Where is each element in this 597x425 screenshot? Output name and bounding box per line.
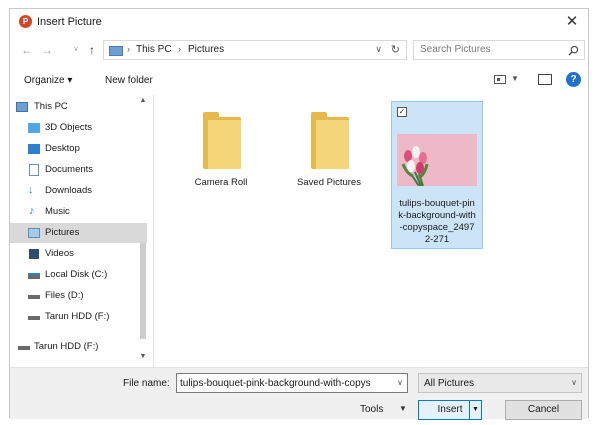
tools-button[interactable]: Tools	[360, 404, 383, 415]
forward-arrow-icon[interactable]: →	[40, 42, 54, 58]
file-name-label: File name:	[123, 378, 170, 389]
drive-icon	[28, 295, 40, 299]
chevron-down-icon: ∨	[571, 378, 577, 387]
tulips-thumbnail-image	[397, 134, 477, 186]
sidebar-item-label: 3D Objects	[45, 122, 92, 133]
sidebar-item-tarun-hdd-f-root[interactable]: Tarun HDD (F:)	[10, 337, 147, 357]
help-icon[interactable]: ?	[566, 72, 581, 87]
sidebar-item-this-pc[interactable]: This PC	[10, 97, 147, 117]
file-item-tulips-bouquet[interactable]: ✓ tulips-bouquet-pink-background-with-co…	[391, 101, 483, 249]
sidebar-item-label: Tarun HDD (F:)	[45, 311, 110, 322]
scrollbar-thumb[interactable]	[140, 243, 146, 339]
breadcrumb-separator: ›	[127, 44, 130, 54]
view-options-chevron-icon[interactable]: ▼	[511, 74, 519, 83]
new-folder-button[interactable]: New folder	[105, 75, 153, 86]
back-arrow-icon[interactable]: ←	[20, 42, 34, 58]
sidebar-item-pictures[interactable]: Pictures	[10, 223, 147, 243]
search-placeholder: Search Pictures	[420, 44, 491, 55]
close-icon[interactable]: ✕	[562, 12, 582, 32]
sidebar-item-label: Downloads	[45, 185, 92, 196]
file-name: Saved Pictures	[297, 177, 361, 188]
command-bar: Organize ▾ New folder ▼ ?	[10, 69, 588, 91]
address-bar[interactable]: › This PC › Pictures ∨ ↻	[103, 40, 407, 60]
desktop-icon	[28, 144, 40, 154]
this-pc-icon	[109, 46, 123, 56]
sidebar-item-label: Files (D:)	[45, 290, 84, 301]
sidebar-item-label: Local Disk (C:)	[45, 269, 108, 280]
file-type-filter[interactable]: All Pictures ∨	[418, 373, 582, 393]
cancel-button[interactable]: Cancel	[505, 400, 582, 420]
powerpoint-icon: P	[19, 15, 32, 28]
insert-button-label: Insert	[437, 404, 463, 415]
cube-icon	[28, 123, 40, 133]
tools-dropdown-icon[interactable]: ▼	[399, 404, 407, 413]
search-input[interactable]: Search Pictures	[413, 40, 585, 60]
drive-icon	[18, 346, 30, 350]
breadcrumb-this-pc[interactable]: This PC	[136, 44, 172, 55]
download-arrow-icon: ↓	[28, 184, 34, 196]
file-item-saved-pictures[interactable]: Saved Pictures	[283, 101, 375, 249]
file-list: Camera Roll Saved Pictures ✓ tulips-bouq…	[155, 95, 588, 367]
change-view-icon[interactable]	[494, 75, 506, 84]
selection-checkbox[interactable]: ✓	[397, 107, 407, 117]
refresh-icon[interactable]: ↻	[391, 43, 400, 56]
sidebar-item-documents[interactable]: Documents	[10, 160, 147, 180]
document-icon	[29, 164, 39, 176]
sidebar-item-local-disk-c[interactable]: Local Disk (C:)	[10, 265, 147, 285]
file-type-value: All Pictures	[424, 378, 475, 389]
organize-button[interactable]: Organize ▾	[24, 75, 72, 86]
sidebar-item-label: Music	[45, 206, 70, 217]
sidebar-scrollbar[interactable]: ▲ ▼	[138, 95, 148, 367]
sidebar-item-label: Desktop	[45, 143, 80, 154]
film-icon	[29, 249, 39, 259]
insert-picture-dialog: P Insert Picture ✕ ← → ∨ ↑ › This PC › P…	[9, 8, 589, 420]
up-arrow-icon[interactable]: ↑	[85, 42, 99, 58]
scroll-up-icon[interactable]: ▲	[138, 97, 148, 104]
recent-locations-chevron-icon[interactable]: ∨	[69, 42, 83, 58]
sidebar-item-label: This PC	[34, 101, 68, 112]
breadcrumb-pictures[interactable]: Pictures	[188, 44, 224, 55]
navigation-pane: This PC 3D Objects Desktop Documents ↓ D…	[10, 95, 154, 367]
insert-options-dropdown-icon[interactable]: ▼	[469, 401, 481, 419]
file-name-value: tulips-bouquet-pink-background-with-copy…	[180, 378, 371, 389]
folder-icon	[311, 112, 349, 169]
folder-icon	[203, 112, 241, 169]
sidebar-item-desktop[interactable]: Desktop	[10, 139, 147, 159]
computer-icon	[16, 102, 28, 112]
breadcrumb-separator: ›	[178, 44, 181, 54]
insert-button[interactable]: Insert ▼	[418, 400, 482, 420]
search-icon	[568, 45, 579, 56]
cancel-button-label: Cancel	[527, 404, 560, 415]
sidebar-item-tarun-hdd-f[interactable]: Tarun HDD (F:)	[10, 307, 147, 327]
file-name-input[interactable]: tulips-bouquet-pink-background-with-copy…	[176, 373, 408, 393]
navigation-bar: ← → ∨ ↑ › This PC › Pictures ∨ ↻ Search …	[10, 39, 588, 63]
file-name: Camera Roll	[194, 177, 248, 188]
file-name: tulips-bouquet-pink-background-with-copy…	[398, 198, 476, 245]
sidebar-item-label: Videos	[45, 248, 74, 259]
sidebar-item-label: Documents	[45, 164, 94, 175]
music-note-icon: ♪	[29, 205, 35, 217]
dialog-title: Insert Picture	[37, 16, 102, 28]
sidebar-item-videos[interactable]: Videos	[10, 244, 147, 264]
file-item-camera-roll[interactable]: Camera Roll	[175, 101, 267, 249]
drive-icon	[28, 273, 40, 279]
address-dropdown-icon[interactable]: ∨	[375, 44, 382, 55]
scroll-down-icon[interactable]: ▼	[138, 353, 148, 360]
sidebar-item-music[interactable]: ♪ Music	[10, 202, 147, 222]
sidebar-item-files-d[interactable]: Files (D:)	[10, 286, 147, 306]
drive-icon	[28, 316, 40, 320]
pictures-icon	[28, 228, 40, 238]
dialog-footer: File name: tulips-bouquet-pink-backgroun…	[10, 367, 588, 420]
file-name-dropdown-icon[interactable]: ∨	[393, 374, 407, 392]
title-bar: P Insert Picture ✕	[10, 9, 588, 35]
sidebar-item-label: Tarun HDD (F:)	[34, 341, 99, 352]
sidebar-item-3d-objects[interactable]: 3D Objects	[10, 118, 147, 138]
sidebar-item-downloads[interactable]: ↓ Downloads	[10, 181, 147, 201]
sidebar-item-label: Pictures	[45, 227, 80, 238]
preview-pane-icon[interactable]	[538, 74, 552, 85]
